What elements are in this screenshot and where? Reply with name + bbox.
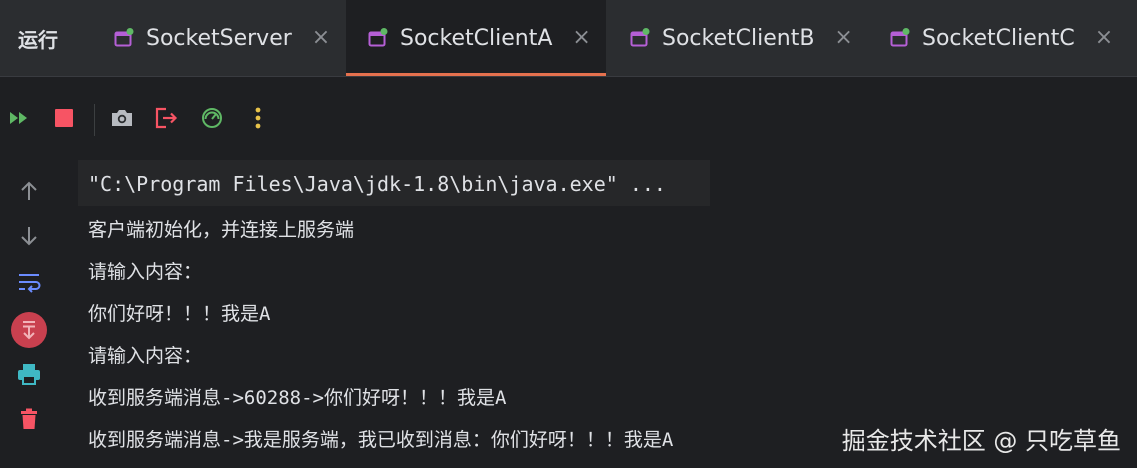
- profiler-button[interactable]: [198, 106, 226, 134]
- close-icon[interactable]: ×: [572, 27, 590, 49]
- run-config-icon: [114, 28, 134, 48]
- scroll-down-button[interactable]: [14, 223, 44, 253]
- print-icon: [16, 362, 42, 390]
- scroll-to-end-icon: [10, 311, 48, 353]
- scroll-up-button[interactable]: [14, 178, 44, 208]
- tab-label: SocketServer: [146, 25, 292, 51]
- close-icon[interactable]: ×: [1095, 27, 1113, 49]
- arrow-down-icon: [18, 224, 40, 252]
- soft-wrap-icon: [16, 271, 42, 297]
- run-config-icon: [890, 28, 910, 48]
- run-toolbar: [0, 100, 300, 140]
- screenshot-button[interactable]: [108, 106, 136, 134]
- print-button[interactable]: [14, 361, 44, 391]
- more-vertical-icon: [254, 106, 262, 134]
- console-line: 请输入内容：: [88, 261, 203, 283]
- panel-title: 运行: [18, 28, 58, 52]
- rerun-icon: [8, 108, 32, 132]
- console-line: 客户端初始化，并连接上服务端: [88, 219, 355, 241]
- tab-socketclientb[interactable]: SocketClientB ×: [630, 0, 870, 76]
- arrow-up-icon: [18, 179, 40, 207]
- console-user-input-line: 你们好呀！！！我是A: [88, 303, 271, 325]
- close-icon[interactable]: ×: [312, 27, 330, 49]
- trash-icon: [18, 407, 40, 435]
- tab-label: SocketClientC: [922, 25, 1075, 51]
- console-line: 收到服务端消息->我是服务端，我已收到消息：你们好呀！！！我是A: [88, 429, 674, 451]
- scroll-to-end-button[interactable]: [10, 311, 48, 353]
- run-config-icon: [630, 28, 650, 48]
- tab-label: SocketClientA: [400, 25, 553, 51]
- clear-button[interactable]: [14, 406, 44, 436]
- java-command: "C:\Program Files\Java\jdk-1.8\bin\java.…: [88, 172, 666, 196]
- tab-label: SocketClientB: [662, 25, 815, 51]
- rerun-button[interactable]: [6, 106, 34, 134]
- stop-icon: [53, 107, 75, 133]
- camera-icon: [109, 107, 135, 133]
- tab-socketclienta[interactable]: SocketClientA ×: [346, 0, 606, 76]
- more-button[interactable]: [244, 106, 272, 134]
- exit-icon: [153, 106, 179, 134]
- console-line: 收到服务端消息->60288->你们好呀！！！我是A: [88, 387, 507, 409]
- tab-socketclientc[interactable]: SocketClientC ×: [890, 0, 1130, 76]
- watermark: 掘金技术社区 @ 只吃草鱼: [841, 427, 1121, 455]
- command-line-row: "C:\Program Files\Java\jdk-1.8\bin\java.…: [78, 160, 710, 206]
- exit-button[interactable]: [152, 106, 180, 134]
- tab-socketserver[interactable]: SocketServer ×: [98, 0, 360, 76]
- toolbar-separator: [94, 104, 95, 136]
- stop-button[interactable]: [50, 106, 78, 134]
- run-tool-window-header: 运行 SocketServer × SocketClientA × Socket…: [0, 0, 1137, 77]
- close-icon[interactable]: ×: [834, 27, 852, 49]
- soft-wrap-button[interactable]: [14, 269, 44, 299]
- profiler-icon: [200, 106, 224, 134]
- run-config-icon: [368, 28, 388, 48]
- console-line: 请输入内容：: [88, 345, 203, 367]
